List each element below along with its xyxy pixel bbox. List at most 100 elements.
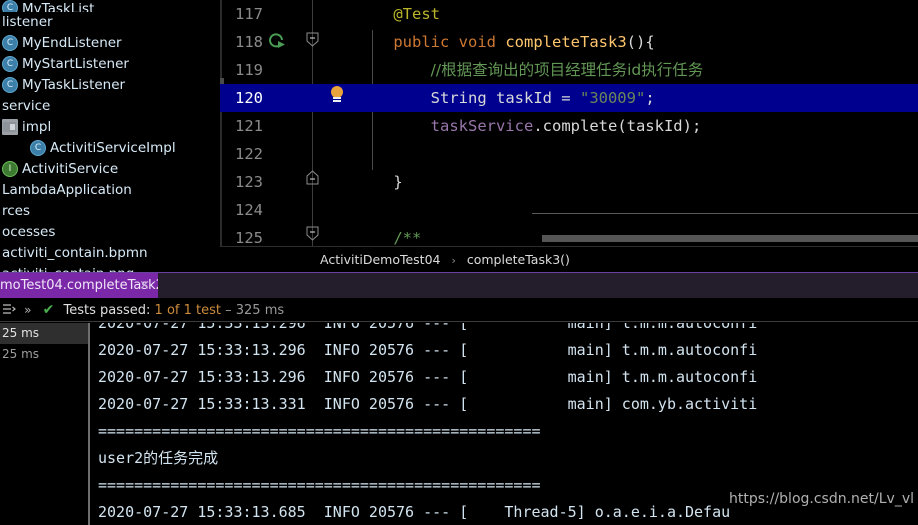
code-line[interactable]: 118 public void completeTask3(){: [220, 28, 918, 56]
line-number: 123: [235, 173, 263, 191]
code-token: .: [533, 117, 543, 135]
console-line: 2020-07-27 15:33:13.296 INFO 20576 --- […: [98, 341, 758, 359]
code-line[interactable]: 123 }: [220, 168, 918, 196]
class-icon: [2, 34, 18, 51]
tree-item[interactable]: MyTaskList: [0, 0, 220, 12]
code-token: //根据查询出的项目经理任务id执行任务: [430, 61, 704, 79]
code-token: taskId =: [486, 89, 580, 107]
tests-passed-count: 1 of 1 test: [154, 303, 221, 318]
bulb-base: [333, 100, 341, 102]
breadcrumb-separator-icon: ›: [451, 254, 456, 267]
tree-item[interactable]: activiti_contain.bpmn: [0, 243, 220, 264]
editor-horizontal-scrollbar[interactable]: [542, 235, 918, 242]
tree-item[interactable]: MyEndListener: [0, 33, 220, 54]
code-token: ;: [645, 89, 655, 107]
code-token: (taskId);: [617, 117, 702, 135]
tree-item[interactable]: LambdaApplication: [0, 180, 220, 201]
tests-duration: 325 ms: [235, 303, 285, 318]
fold-marker-icon[interactable]: [306, 32, 319, 47]
expand-icon[interactable]: »: [20, 303, 38, 317]
tree-item-label: ActivitiServiceImpl: [50, 140, 176, 156]
test-status-bar: » ✔ Tests passed: 1 of 1 test – 325 ms: [0, 298, 918, 322]
tree-item-label: ActivitiService: [22, 161, 119, 177]
run-test-icon[interactable]: [268, 31, 288, 51]
breadcrumb[interactable]: ActivitiDemoTest04 › completeTask3(): [220, 246, 918, 272]
tree-item[interactable]: impl: [0, 117, 220, 138]
code-line[interactable]: 121 taskService.complete(taskId);: [220, 112, 918, 140]
code-line[interactable]: 124: [220, 196, 918, 224]
test-results-tree[interactable]: 25 ms 25 ms: [0, 323, 88, 525]
test-tree-icon[interactable]: [2, 301, 16, 315]
intention-bulb-icon[interactable]: [328, 86, 346, 106]
console-line: 2020-07-27 15:33:13.331 INFO 20576 --- […: [98, 395, 758, 413]
code-token: taskService: [430, 117, 534, 135]
tree-item-label: listener: [2, 14, 53, 30]
fold-marker-icon[interactable]: [306, 170, 319, 185]
tree-item[interactable]: ActivitiServiceImpl: [0, 138, 220, 159]
line-number: 125: [235, 229, 263, 246]
code-editor-panel[interactable]: 117 @Test 118 public void completeTask3()…: [220, 0, 918, 246]
tree-item[interactable]: MyTaskListener: [0, 75, 220, 96]
interface-icon: [2, 160, 18, 177]
code-token: "30009": [579, 89, 646, 107]
class-icon: [30, 139, 46, 156]
tree-item[interactable]: listener: [0, 12, 220, 33]
code-token: public: [393, 33, 450, 51]
tree-item[interactable]: service: [0, 96, 220, 117]
tab-completetask2[interactable]: moTest04.completeTask2 ×: [0, 273, 158, 298]
tree-item[interactable]: rces: [0, 201, 220, 222]
folder-icon: [2, 118, 18, 135]
tree-item-label: activiti_contain.bpmn: [2, 245, 148, 261]
tree-item-label: MyTaskListener: [22, 77, 126, 93]
line-number: 121: [235, 117, 263, 135]
breadcrumb-class[interactable]: ActivitiDemoTest04: [320, 252, 440, 267]
tree-item[interactable]: ocesses: [0, 222, 220, 243]
tests-passed-label: Tests passed:: [63, 303, 151, 318]
tree-item-label: impl: [22, 119, 52, 135]
tree-item-label: MyStartListener: [22, 56, 129, 72]
code-line[interactable]: 120 String taskId = "30009";: [220, 84, 918, 112]
console-line: user2的任务完成: [98, 449, 219, 467]
code-token: String: [430, 89, 487, 107]
close-icon[interactable]: ×: [139, 273, 150, 298]
test-tree-row[interactable]: 25 ms: [0, 323, 88, 344]
code-token: void: [458, 33, 496, 51]
line-number: 118: [235, 33, 263, 51]
tab-label: moTest04.completeTask2: [0, 278, 158, 293]
tree-item[interactable]: MyStartListener: [0, 54, 220, 75]
code-lines-container: 117 @Test 118 public void completeTask3()…: [220, 0, 918, 246]
duration-dash: –: [225, 303, 232, 318]
class-icon: [2, 55, 18, 72]
class-icon: [2, 0, 18, 12]
tree-item-label: LambdaApplication: [2, 182, 132, 198]
console-line: 2020-07-27 15:33:13.296 INFO 20576 --- […: [98, 323, 758, 332]
line-number: 120: [235, 89, 263, 107]
editor-scrollbar-track-line: [532, 213, 918, 214]
code-token: complete: [542, 117, 618, 135]
code-line[interactable]: 117 @Test: [220, 0, 918, 28]
code-token: }: [356, 173, 403, 191]
fold-marker-icon[interactable]: [306, 226, 319, 241]
line-number: 124: [235, 201, 263, 219]
tree-item[interactable]: activiti_contain.png: [0, 264, 220, 272]
pass-check-icon: ✔: [42, 302, 55, 318]
run-tab-strip: moTest04.completeTask2 ×: [0, 272, 918, 298]
code-token: @Test: [393, 5, 440, 23]
tree-item-label: service: [2, 98, 51, 114]
code-line[interactable]: 122: [220, 140, 918, 168]
project-tree-panel[interactable]: MyTaskList listener MyEndListener MyStartLi…: [0, 0, 220, 272]
line-number: 117: [235, 5, 263, 23]
tree-item-label: MyEndListener: [22, 35, 122, 51]
breadcrumb-method[interactable]: completeTask3(): [467, 252, 570, 267]
test-tree-row[interactable]: 25 ms: [0, 344, 88, 365]
tree-item[interactable]: ActivitiService: [0, 159, 220, 180]
code-line[interactable]: 119 //根据查询出的项目经理任务id执行任务: [220, 56, 918, 84]
console-line: 2020-07-27 15:33:13.296 INFO 20576 --- […: [98, 368, 758, 386]
line-number: 119: [235, 61, 263, 79]
